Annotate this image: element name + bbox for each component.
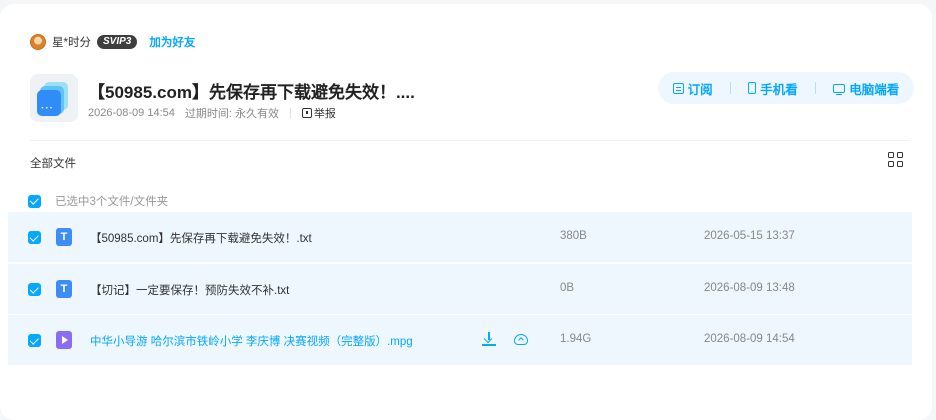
add-friend-link[interactable]: 加为好友 [149, 34, 195, 50]
txt-file-icon: T [56, 280, 72, 298]
avatar[interactable] [30, 34, 46, 50]
share-title: 【50985.com】先保存再下载避免失效！.... [88, 83, 415, 102]
username[interactable]: 星*时分 [52, 34, 91, 50]
selection-count: 已选中3个文件/文件夹 [55, 196, 169, 208]
action-divider [729, 82, 731, 94]
video-file-icon [56, 331, 72, 349]
grid-view-icon[interactable] [888, 152, 904, 168]
share-meta: 2026-08-09 14:54 过期时间: 永久有效 | 举报 [88, 105, 336, 121]
share-card: 星*时分 SVIP3 加为好友 ··· 【50985.com】先保存再下载避免失… [0, 4, 932, 420]
subscribe-icon [672, 82, 684, 94]
view-actions-bar: 订阅 手机看 电脑端看 [658, 72, 914, 104]
table-row[interactable]: T 【50985.com】先保存再下载避免失效！.txt 380B 2026-0… [8, 212, 912, 262]
sharer-info: 星*时分 SVIP3 加为好友 [30, 34, 195, 50]
file-name[interactable]: 【切记】一定要保存！预防失效不补.txt [90, 282, 289, 298]
row-checkbox[interactable] [28, 334, 41, 347]
expire-label: 过期时间: [184, 108, 232, 120]
report-label: 举报 [313, 108, 336, 120]
mobile-view-button[interactable]: 手机看 [748, 79, 798, 98]
action-divider [815, 82, 817, 94]
txt-file-icon: T [56, 228, 72, 246]
select-all-row: 已选中3个文件/文件夹 [28, 193, 168, 209]
desktop-view-label: 电脑端看 [849, 82, 900, 97]
table-row[interactable]: T 【切记】一定要保存！预防失效不补.txt 0B 2026-08-09 13:… [8, 264, 912, 314]
row-checkbox[interactable] [28, 283, 41, 296]
mobile-view-label: 手机看 [760, 82, 798, 97]
file-date: 2026-08-09 14:54 [704, 333, 795, 345]
share-created-time: 2026-08-09 14:54 [88, 107, 175, 119]
meta-separator: | [288, 107, 292, 119]
download-icon[interactable] [482, 332, 496, 346]
subscribe-button[interactable]: 订阅 [672, 79, 713, 98]
file-date: 2026-08-09 13:48 [704, 282, 795, 294]
file-name[interactable]: 【50985.com】先保存再下载避免失效！.txt [90, 230, 312, 246]
file-name[interactable]: 中华小导游 哈尔滨市铁岭小学 李庆博 决赛视频（完整版）.mpg [90, 333, 413, 349]
breadcrumb[interactable]: 全部文件 [30, 155, 76, 171]
header-divider [30, 140, 910, 141]
table-row[interactable]: 中华小导游 哈尔滨市铁岭小学 李庆博 决赛视频（完整版）.mpg 1.94G 2… [8, 315, 912, 365]
file-size: 1.94G [560, 333, 592, 345]
report-link[interactable]: 举报 [301, 105, 336, 121]
save-to-cloud-icon[interactable] [514, 334, 528, 345]
select-all-checkbox[interactable] [28, 194, 41, 208]
subscribe-label: 订阅 [687, 82, 713, 97]
desktop-view-button[interactable]: 电脑端看 [833, 79, 899, 98]
share-expire: 过期时间: 永久有效 [185, 105, 279, 121]
report-icon [301, 108, 312, 118]
file-date: 2026-05-15 13:37 [704, 230, 795, 242]
svip-badge: SVIP3 [96, 35, 138, 49]
expire-value: 永久有效 [234, 108, 279, 120]
file-size: 380B [560, 230, 587, 242]
folder-stack-icon: ··· [30, 74, 78, 122]
row-checkbox[interactable] [28, 231, 41, 244]
phone-icon [748, 82, 757, 94]
file-size: 0B [560, 282, 575, 294]
monitor-icon [833, 83, 846, 95]
